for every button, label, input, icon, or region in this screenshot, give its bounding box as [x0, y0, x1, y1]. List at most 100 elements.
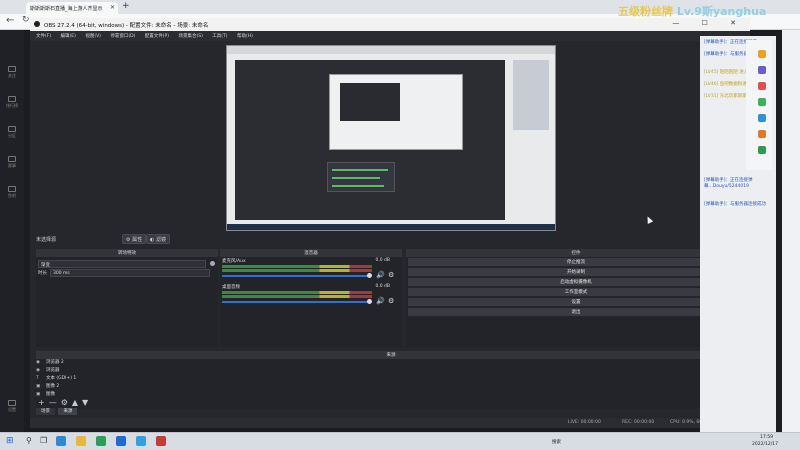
- start-recording-button[interactable]: 开始录制: [408, 268, 744, 277]
- page-right-edge: [782, 30, 800, 432]
- chrome-icon[interactable]: [136, 436, 146, 446]
- source-item[interactable]: T文本 (GDI+) 1👁🔒: [36, 375, 744, 382]
- track-db: 0.0 dB: [375, 284, 390, 289]
- app-icon[interactable]: [96, 436, 106, 446]
- gear-icon[interactable]: ⚙: [388, 297, 394, 305]
- obs-title-bar: OBS 27.2.4 (64-bit, windows) - 配置文件: 未命名…: [30, 18, 750, 31]
- volume-slider[interactable]: [222, 275, 370, 277]
- sidebar-item-category[interactable]: 分区: [3, 126, 21, 139]
- transition-dock: 渐变 时长 300 ms: [36, 257, 218, 347]
- refresh-icon[interactable]: ↻: [22, 15, 30, 25]
- screen-root: 斯斯斯斯石直播_海上游人齐显示 ✕ + ← ↻ 五级粉丝牌 Lv.9斯yangh…: [0, 0, 800, 450]
- gear-icon[interactable]: ⚙: [388, 271, 394, 279]
- browser-source-icon: ◉: [36, 360, 40, 365]
- menu-edit[interactable]: 编辑(E): [61, 34, 76, 39]
- source-item[interactable]: ▣图像👁🔒: [36, 391, 744, 398]
- volume-slider[interactable]: [222, 301, 370, 303]
- sidebar-item-fishbar[interactable]: 鱼吧: [3, 186, 21, 199]
- menu-docks[interactable]: 停靠窗口(D): [110, 34, 135, 39]
- obs-title: OBS 27.2.4 (64-bit, windows) - 配置文件: 未命名…: [44, 23, 209, 29]
- gift-icon[interactable]: [758, 146, 766, 154]
- gear-icon[interactable]: ⚙: [61, 398, 72, 407]
- menu-tools[interactable]: 工具(T): [212, 34, 227, 39]
- properties-button[interactable]: ⚙ 属性: [122, 234, 147, 244]
- edge-icon[interactable]: [56, 436, 66, 446]
- tab-sources[interactable]: 来源: [58, 408, 78, 415]
- volume-meter: [222, 265, 372, 268]
- menu-profile[interactable]: 配置文件(P): [145, 34, 169, 39]
- sidebar-item-ranking[interactable]: 排行榜: [3, 96, 21, 109]
- mixer-header: 混音器: [220, 249, 402, 257]
- track-name: 桌面音频: [222, 285, 240, 290]
- controls-header: 控件: [406, 249, 746, 257]
- studio-mode-button[interactable]: 工作室模式: [408, 288, 744, 297]
- close-icon[interactable]: ✕: [110, 4, 115, 11]
- heart-icon: [8, 66, 16, 72]
- task-view-icon[interactable]: ❐: [40, 436, 47, 445]
- no-source-label: 未选择源: [36, 237, 57, 243]
- transition-type-select[interactable]: 渐变: [38, 260, 206, 268]
- gift-icon[interactable]: [758, 66, 766, 74]
- sidebar-item-events[interactable]: 赛事: [3, 156, 21, 169]
- dock-tabs: 场景 来源: [36, 408, 78, 415]
- windows-start-icon[interactable]: ⊞: [6, 436, 14, 446]
- preview-meter: [332, 185, 384, 187]
- sidebar-item-follow[interactable]: 关注: [3, 66, 21, 79]
- grid-icon: [8, 126, 16, 132]
- move-up-icon[interactable]: ▲: [72, 398, 82, 407]
- gift-icon[interactable]: [758, 98, 766, 106]
- chat-line: [弹幕助手]：正在连接弹幕...Douyu/5244019: [704, 178, 753, 189]
- search-icon[interactable]: ⚲: [26, 436, 32, 445]
- gift-rail: [746, 40, 772, 170]
- gift-icon[interactable]: [758, 114, 766, 122]
- gift-icon[interactable]: [758, 130, 766, 138]
- taskbar-search[interactable]: 搜索: [552, 439, 561, 445]
- slider-handle[interactable]: [367, 299, 372, 304]
- source-item[interactable]: ▣图像 2👁🔒: [36, 383, 744, 390]
- tab-scenes[interactable]: 场景: [36, 408, 55, 415]
- exit-button[interactable]: 退出: [408, 308, 744, 317]
- virtual-camera-button[interactable]: 启动虚拟摄像机: [408, 278, 744, 287]
- new-tab-button[interactable]: +: [122, 1, 130, 11]
- gift-icon[interactable]: [758, 82, 766, 90]
- menu-view[interactable]: 视图(V): [85, 34, 101, 39]
- menu-scene-collection[interactable]: 场景集合(S): [178, 34, 202, 39]
- gear-icon[interactable]: [210, 261, 215, 266]
- windows-taskbar: ⊞ ⚲ ❐ 搜索 17:59 2022/12/17: [0, 432, 800, 450]
- chat-line: [弹幕助手]：与服务器连接成功: [704, 202, 767, 207]
- folder-icon[interactable]: [76, 436, 86, 446]
- gift-icon[interactable]: [758, 50, 766, 58]
- gear-icon: [8, 400, 16, 406]
- menu-help[interactable]: 帮助(H): [237, 34, 253, 39]
- settings-button[interactable]: 设置: [408, 298, 744, 307]
- chat-lower-area: [700, 236, 776, 432]
- window-controls[interactable]: — ☐ ✕: [672, 19, 746, 27]
- speaker-icon[interactable]: 🔊: [376, 297, 385, 305]
- site-sidebar: 关注 排行榜 分区 赛事 鱼吧 设置: [0, 30, 24, 432]
- slider-handle[interactable]: [367, 273, 372, 278]
- browser-tab-title: 斯斯斯斯石直播_海上游人齐显示: [30, 6, 103, 12]
- sidebar-item-settings[interactable]: 设置: [3, 400, 21, 413]
- back-icon[interactable]: ←: [6, 15, 14, 26]
- app-icon[interactable]: [116, 436, 126, 446]
- clock-date: 2022/12/17: [752, 442, 778, 447]
- source-item[interactable]: ◉浏览器👁🔒: [36, 367, 744, 374]
- duration-field[interactable]: 300 ms: [50, 269, 210, 277]
- banner-part2: Lv.9斯yanghua: [676, 5, 767, 18]
- preview-nested-capture: [329, 74, 463, 150]
- obs-preview[interactable]: [226, 45, 556, 231]
- transition-dock-header: 转场特效: [36, 249, 218, 257]
- source-item[interactable]: ◉浏览器 2👁🔒: [36, 359, 744, 366]
- remove-source-icon[interactable]: —: [49, 398, 61, 407]
- source-toolbar: +—⚙▲▼: [38, 398, 92, 407]
- banner-part1: 五级粉丝牌: [618, 5, 673, 18]
- speaker-icon[interactable]: 🔊: [376, 271, 385, 279]
- fan-badge-banner: 五级粉丝牌 Lv.9斯yanghua: [618, 3, 766, 19]
- add-source-icon[interactable]: +: [38, 398, 49, 407]
- move-down-icon[interactable]: ▼: [82, 398, 92, 407]
- obs-icon[interactable]: [156, 436, 166, 446]
- browser-tab[interactable]: 斯斯斯斯石直播_海上游人齐显示 ✕: [26, 2, 118, 14]
- menu-file[interactable]: 文件(F): [36, 34, 51, 39]
- filters-button[interactable]: ◐ 滤镜: [146, 234, 170, 244]
- stop-stream-button[interactable]: 停止推流: [408, 258, 744, 267]
